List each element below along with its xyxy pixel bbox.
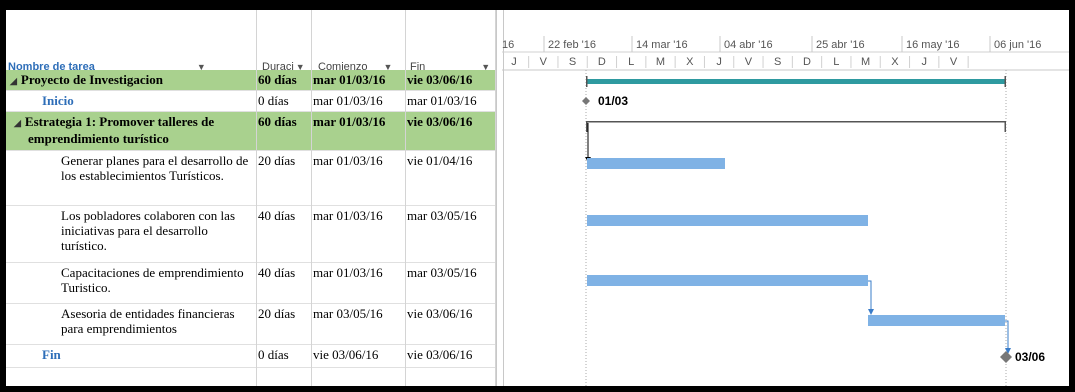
- finish-cell[interactable]: mar 03/05/16: [407, 208, 495, 223]
- timescale-minor-label: S: [569, 56, 576, 68]
- start-cell[interactable]: mar 03/05/16: [313, 306, 405, 321]
- duration-cell[interactable]: 0 días: [258, 93, 310, 108]
- start-cell[interactable]: mar 01/03/16: [313, 208, 405, 223]
- timescale-major-label: 16 may '16: [906, 39, 959, 51]
- milestone-diamond-icon[interactable]: [1000, 351, 1012, 363]
- summary-bar-cap: [1004, 76, 1006, 87]
- milestone-label: 01/03: [598, 94, 628, 108]
- task-name-cell[interactable]: Fin: [6, 347, 256, 362]
- duration-cell[interactable]: 60 días: [258, 72, 310, 87]
- summary-bar[interactable]: [586, 121, 1006, 123]
- milestone-diamond-icon[interactable]: [582, 97, 590, 105]
- timescale-major-label: 04 abr '16: [724, 39, 773, 51]
- column-divider[interactable]: [256, 10, 257, 386]
- timescale-minor: JVSDLMXJVSDLMXJV: [511, 56, 969, 68]
- dependency-link: [868, 280, 872, 311]
- summary-bar-cap: [1004, 121, 1006, 132]
- timescale-minor-label: L: [833, 56, 839, 68]
- timescale-minor-label: X: [686, 56, 694, 68]
- start-cell[interactable]: mar 01/03/16: [313, 153, 405, 168]
- task-sheet: Nombre de tarea ▼ Duraci ▼ Comienzo ▼ Fin ▼ …: [6, 10, 496, 386]
- task-name-cell[interactable]: Generar planes para el desarrollo de los…: [6, 153, 256, 183]
- duration-cell[interactable]: 20 días: [258, 153, 310, 168]
- timescale-minor-label: M: [861, 56, 870, 68]
- task-name-cell[interactable]: ◢ Proyecto de Investigacion: [6, 72, 256, 89]
- finish-cell[interactable]: vie 03/06/16: [407, 347, 495, 362]
- start-cell[interactable]: mar 01/03/16: [313, 114, 405, 129]
- timescale-major-label: 25 abr '16: [816, 39, 865, 51]
- table-row[interactable]: ◢ Estrategia 1: Promover talleres de empr…: [6, 112, 496, 151]
- timescale-minor-label: S: [774, 56, 781, 68]
- duration-cell[interactable]: 60 días: [258, 114, 310, 129]
- finish-cell[interactable]: vie 01/04/16: [407, 153, 495, 168]
- task-name-cell[interactable]: Capacitaciones de emprendimiento Turisti…: [6, 265, 256, 295]
- table-row[interactable]: Generar planes para el desarrollo de los…: [6, 151, 496, 206]
- summary-bar-cap: [586, 76, 588, 87]
- task-bar[interactable]: [587, 215, 868, 226]
- timescale-major-label: 22 feb '16: [548, 39, 596, 51]
- table-row[interactable]: Los pobladores colaboren con las iniciat…: [6, 206, 496, 263]
- summary-bar-cap: [586, 121, 588, 132]
- finish-cell[interactable]: mar 01/03/16: [407, 93, 495, 108]
- milestone-label: 03/06: [1015, 350, 1045, 364]
- duration-cell[interactable]: 20 días: [258, 306, 310, 321]
- gantt-chart: 16 22 feb '16 14 mar '16 04 abr '16 25 abr '…: [502, 36, 1069, 386]
- start-cell[interactable]: mar 01/03/16: [313, 265, 405, 280]
- collapse-triangle-icon[interactable]: ◢: [10, 76, 17, 86]
- task-bar[interactable]: [868, 315, 1005, 326]
- duration-cell[interactable]: 0 días: [258, 347, 310, 362]
- timescale-minor-label: J: [716, 56, 722, 68]
- timescale-minor-label: M: [656, 56, 665, 68]
- start-cell[interactable]: mar 01/03/16: [313, 72, 405, 87]
- task-bar[interactable]: [587, 158, 725, 169]
- timescale-minor-label: V: [540, 56, 548, 68]
- table-row[interactable]: Fin 0 días vie 03/06/16 vie 03/06/16: [6, 345, 496, 368]
- column-divider[interactable]: [405, 10, 406, 386]
- timescale-minor-label: J: [921, 56, 927, 68]
- sheet-header: Nombre de tarea ▼ Duraci ▼ Comienzo ▼ Fin ▼: [6, 10, 496, 79]
- task-name-text: Proyecto de Investigacion: [20, 72, 163, 87]
- finish-cell[interactable]: vie 03/06/16: [407, 114, 495, 129]
- start-cell[interactable]: mar 01/03/16: [313, 93, 405, 108]
- timescale-major-label: 14 mar '16: [636, 39, 688, 51]
- timescale-minor-label: D: [803, 56, 811, 68]
- timescale-minor-label: J: [511, 56, 517, 68]
- task-name-cell[interactable]: ◢ Estrategia 1: Promover talleres de empr…: [6, 114, 256, 146]
- task-name-cell[interactable]: Asesoria de entidades financieras para e…: [6, 306, 256, 336]
- task-name-text: Estrategia 1: Promover talleres de empre…: [24, 114, 215, 146]
- timescale-minor-label: D: [598, 56, 606, 68]
- summary-bar[interactable]: [586, 79, 1006, 84]
- column-divider[interactable]: [311, 10, 312, 386]
- timescale-minor-label: L: [628, 56, 634, 68]
- start-cell[interactable]: vie 03/06/16: [313, 347, 405, 362]
- table-row[interactable]: Asesoria de entidades financieras para e…: [6, 304, 496, 345]
- collapse-triangle-icon[interactable]: ◢: [14, 118, 21, 128]
- task-name-cell[interactable]: Los pobladores colaboren con las iniciat…: [6, 208, 256, 253]
- timescale-major-label: 06 jun '16: [994, 39, 1041, 51]
- duration-cell[interactable]: 40 días: [258, 208, 310, 223]
- timescale-major: 16 22 feb '16 14 mar '16 04 abr '16 25 abr '…: [502, 36, 1041, 52]
- task-name-cell[interactable]: Inicio: [6, 93, 256, 108]
- project-window: Nombre de tarea ▼ Duraci ▼ Comienzo ▼ Fin ▼ …: [6, 10, 1069, 386]
- table-row[interactable]: ◢ Proyecto de Investigacion 60 días mar 0…: [6, 70, 496, 91]
- finish-cell[interactable]: vie 03/06/16: [407, 306, 495, 321]
- table-row[interactable]: Capacitaciones de emprendimiento Turisti…: [6, 263, 496, 304]
- task-name-text: Inicio: [42, 93, 74, 108]
- task-bar[interactable]: [587, 275, 868, 286]
- arrow-down-icon: [868, 309, 874, 315]
- timescale-minor-label: V: [950, 56, 958, 68]
- finish-cell[interactable]: vie 03/06/16: [407, 72, 495, 87]
- timescale-minor-label: V: [745, 56, 753, 68]
- task-name-text: Fin: [42, 347, 61, 362]
- finish-cell[interactable]: mar 03/05/16: [407, 265, 495, 280]
- table-row[interactable]: Inicio 0 días mar 01/03/16 mar 01/03/16: [6, 91, 496, 112]
- timescale-major-label: 16: [502, 39, 514, 51]
- timescale-minor-label: X: [891, 56, 899, 68]
- duration-cell[interactable]: 40 días: [258, 265, 310, 280]
